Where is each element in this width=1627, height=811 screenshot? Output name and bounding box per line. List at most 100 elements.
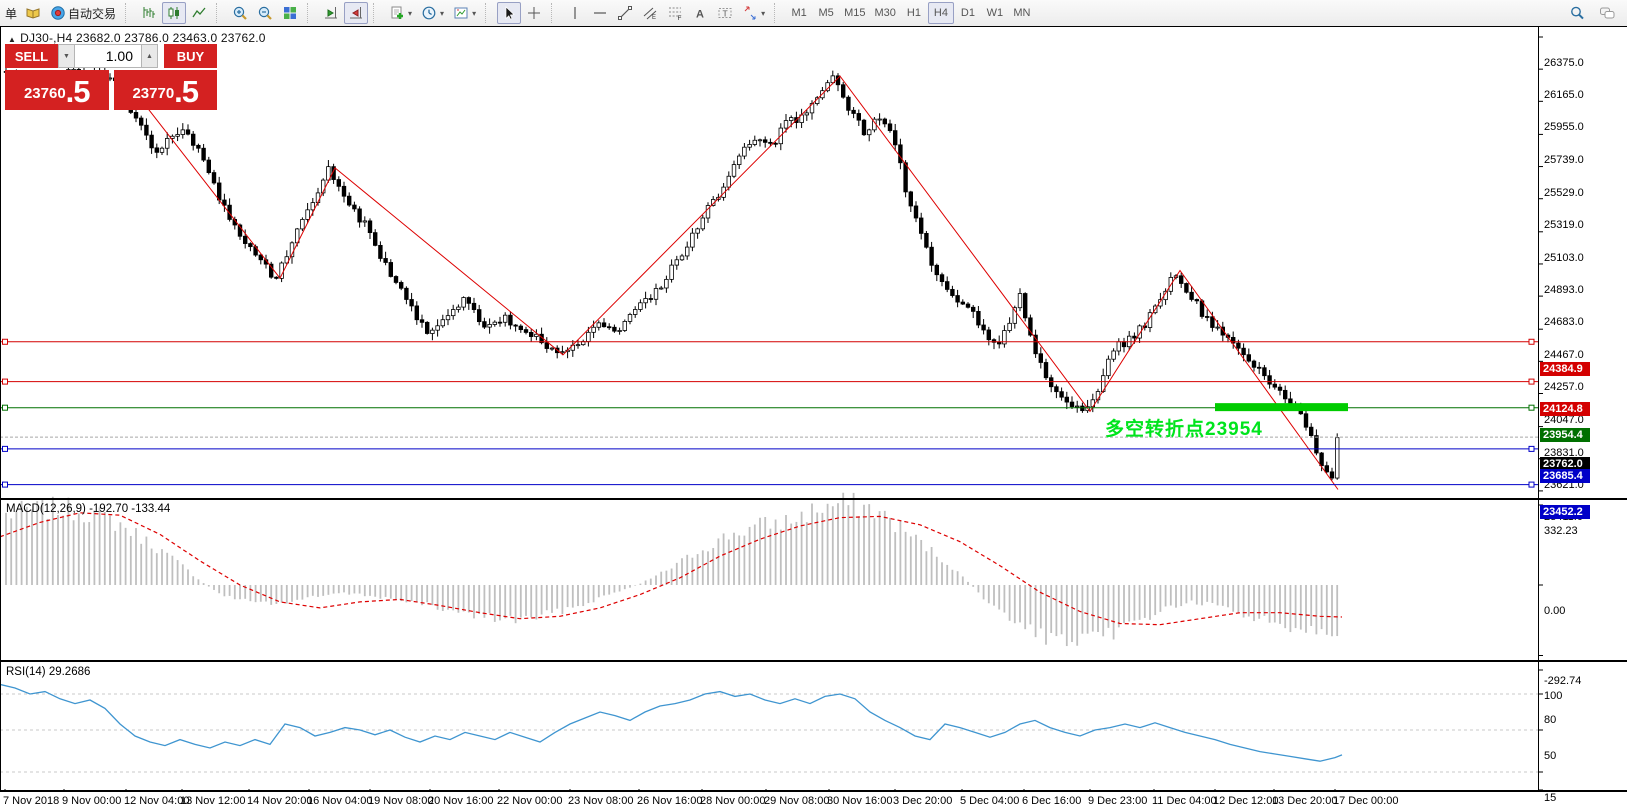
price-axis-divider[interactable]	[1538, 26, 1539, 792]
dropdown-arrow-icon[interactable]: ▾	[408, 9, 412, 18]
text-label-button[interactable]: T	[713, 2, 737, 24]
timeframe-mn-button[interactable]: MN	[1009, 2, 1035, 24]
time-axis-label: 28 Nov 00:00	[700, 795, 765, 807]
line-handle	[3, 405, 8, 410]
pivot-annotation-text[interactable]: 多空转折点23954	[1105, 414, 1263, 441]
timeframe-h1-button[interactable]: H1	[901, 2, 927, 24]
sell-price-button[interactable]: 23760.5	[5, 70, 109, 110]
timeframe-m15-button[interactable]: M15	[840, 2, 869, 24]
toolbar-separator	[307, 3, 315, 23]
chart-canvas[interactable]	[0, 27, 1627, 792]
level-price-label: 23685.4	[1540, 469, 1590, 483]
auto-trading-button[interactable]: 自动交易	[46, 2, 120, 24]
trendline-button[interactable]	[613, 2, 637, 24]
chart-shift-button[interactable]	[344, 2, 368, 24]
zoom-in-button[interactable]	[228, 2, 252, 24]
buy-price-frac: .5	[174, 76, 198, 107]
zoom-out-icon	[257, 5, 273, 21]
text-button[interactable]: A	[688, 2, 712, 24]
search-icon	[1569, 5, 1585, 21]
mt4-window: 单自动交易▾▾▾EFAT▾M1M5M15M30H1H4D1W1MN ▲DJ30-…	[0, 0, 1627, 811]
sell-price-frac: .5	[66, 76, 90, 107]
clock-icon	[421, 5, 437, 21]
book-icon	[25, 5, 41, 21]
zoom-out-button[interactable]	[253, 2, 277, 24]
vline-icon	[567, 5, 583, 21]
candlestick-button[interactable]	[162, 2, 186, 24]
cursor-icon	[501, 5, 517, 21]
autotrade-icon	[50, 5, 66, 21]
horizontal-levels[interactable]	[0, 339, 1538, 487]
volume-up-button[interactable]: ▲	[141, 44, 158, 68]
time-axis-label: 19 Nov 08:00	[368, 795, 433, 807]
axis-tick-label: 25529.0	[1544, 187, 1584, 199]
volume-input[interactable]: 1.00	[75, 44, 141, 68]
sell-button[interactable]: SELL	[5, 44, 58, 68]
horizontal-line-button[interactable]	[588, 2, 612, 24]
toolbar-right-group	[1565, 2, 1627, 24]
time-axis-label: 17 Dec 00:00	[1333, 795, 1398, 807]
vertical-line-button[interactable]	[563, 2, 587, 24]
chart-title-text: DJ30-,H4 23682.0 23786.0 23463.0 23762.0	[20, 31, 266, 45]
pivot-highlight-bar[interactable]	[1215, 403, 1348, 411]
tile-windows-button[interactable]	[278, 2, 302, 24]
time-axis-label: 23 Nov 08:00	[568, 795, 633, 807]
line-handle	[3, 446, 8, 451]
timeframe-m30-button[interactable]: M30	[871, 2, 900, 24]
bar-chart-button[interactable]	[137, 2, 161, 24]
time-axis-label: 14 Nov 20:00	[247, 795, 312, 807]
equidistant-channel-button[interactable]: E	[638, 2, 662, 24]
level-price-label: 24384.9	[1540, 362, 1590, 376]
axis-tick-label: 50	[1544, 750, 1556, 762]
text-label-icon: T	[717, 5, 733, 21]
new-order-button[interactable]	[21, 2, 45, 24]
timeframe-d1-button[interactable]: D1	[955, 2, 981, 24]
macd-rsi-divider[interactable]	[0, 660, 1627, 662]
time-axis-label: 26 Nov 16:00	[637, 795, 702, 807]
bar-chart-icon	[141, 5, 157, 21]
search-button[interactable]	[1565, 2, 1589, 24]
chat-button[interactable]	[1595, 2, 1619, 24]
toolbar-separator	[485, 3, 493, 23]
axis-tick-label: 100	[1544, 690, 1562, 702]
rsi-header: RSI(14) 29.2686	[6, 666, 90, 678]
crosshair-button[interactable]	[522, 2, 546, 24]
main-macd-divider[interactable]	[0, 498, 1627, 500]
zoom-in-icon	[232, 5, 248, 21]
axis-tick-label: 25103.0	[1544, 252, 1584, 264]
rsi-dateaxis-divider	[0, 790, 1627, 792]
timeframe-h4-button[interactable]: H4	[928, 2, 954, 24]
fibonacci-button[interactable]: F	[663, 2, 687, 24]
line-handle	[1529, 405, 1534, 410]
svg-text:E: E	[652, 15, 656, 21]
line-chart-button[interactable]	[187, 2, 211, 24]
axis-tick-label: 24257.0	[1544, 381, 1584, 393]
candlestick-icon	[166, 5, 182, 21]
cursor-button[interactable]	[497, 2, 521, 24]
dropdown-arrow-icon[interactable]: ▾	[440, 9, 444, 18]
buy-price-button[interactable]: 23770.5	[114, 70, 218, 110]
templates-button[interactable]: ▾	[449, 2, 480, 24]
dropdown-arrow-icon[interactable]: ▾	[472, 9, 476, 18]
order-label: 单	[2, 5, 20, 22]
periods-button[interactable]: ▾	[417, 2, 448, 24]
line-chart-icon	[191, 5, 207, 21]
line-handle	[3, 379, 8, 384]
auto-scroll-button[interactable]	[319, 2, 343, 24]
collapse-arrow-icon[interactable]: ▲	[8, 35, 16, 44]
timeframe-m5-button[interactable]: M5	[813, 2, 839, 24]
time-axis-label: 5 Dec 04:00	[960, 795, 1019, 807]
volume-down-button[interactable]: ▼	[58, 44, 75, 68]
chart-title: ▲ DJ30-,H4 23682.0 23786.0 23463.0 23762.…	[8, 31, 266, 45]
svg-text:A: A	[696, 9, 704, 21]
auto-trading-button-label: 自动交易	[68, 5, 116, 22]
indicators-button[interactable]: ▾	[385, 2, 416, 24]
time-axis-label: 22 Nov 00:00	[497, 795, 562, 807]
timeframe-m1-button[interactable]: M1	[786, 2, 812, 24]
timeframe-w1-button[interactable]: W1	[982, 2, 1008, 24]
buy-button[interactable]: BUY	[164, 44, 217, 68]
rsi-level-lines	[0, 694, 1538, 772]
dropdown-arrow-icon[interactable]: ▾	[761, 9, 765, 18]
fibo-icon: F	[667, 5, 683, 21]
arrows-button[interactable]: ▾	[738, 2, 769, 24]
